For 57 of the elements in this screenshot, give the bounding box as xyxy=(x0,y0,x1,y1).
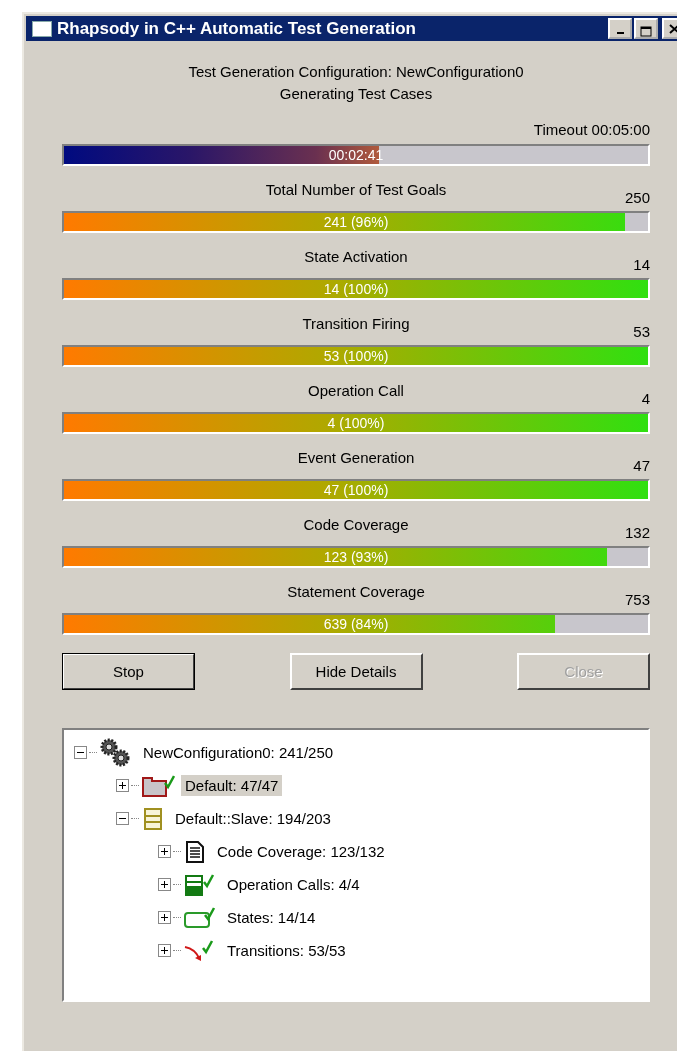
goal-label: Event Generation xyxy=(297,448,415,468)
window-title: Rhapsody in C++ Automatic Test Generation xyxy=(57,18,417,39)
progress-reading: 53 (100%) xyxy=(322,347,390,365)
expand-toggle[interactable] xyxy=(158,845,171,858)
goal-label: State Activation xyxy=(304,247,408,267)
tree-item[interactable]: NewConfiguration0: 241/250 xyxy=(139,742,338,763)
tree-item[interactable]: Default: 47/47 xyxy=(181,775,283,796)
maximize-icon xyxy=(640,26,652,37)
goal-total: 4 xyxy=(640,389,650,409)
goal-total: 47 xyxy=(632,456,650,476)
goal-label: Transition Firing xyxy=(302,314,410,334)
expand-toggle[interactable] xyxy=(158,878,171,891)
operation-check-icon xyxy=(183,872,217,897)
minimize-icon xyxy=(616,32,624,34)
class-icon xyxy=(141,806,165,831)
plus-icon xyxy=(159,945,170,956)
tree-item[interactable]: Transitions: 53/53 xyxy=(223,940,350,961)
progress-reading: 123 (93%) xyxy=(322,548,390,566)
folder-check-icon xyxy=(141,773,175,798)
progress-reading: 47 (100%) xyxy=(322,481,390,499)
goal-total: 132 xyxy=(623,523,650,543)
maximize-button[interactable] xyxy=(634,18,658,39)
tree-item[interactable]: Operation Calls: 4/4 xyxy=(223,874,364,895)
timeout-label: Timeout 00:05:00 xyxy=(532,120,650,140)
progress-reading: 4 (100%) xyxy=(326,414,386,432)
collapse-toggle[interactable] xyxy=(74,746,87,759)
dialog-button[interactable]: Stop xyxy=(62,653,195,690)
goal-total: 14 xyxy=(632,255,650,275)
goal-total: 753 xyxy=(623,590,650,610)
window-icon xyxy=(32,20,52,37)
state-check-icon xyxy=(183,905,217,930)
goal-label: Operation Call xyxy=(308,381,404,401)
configuration-text: Test Generation Configuration: NewConfiguration0 xyxy=(187,62,525,82)
progress-reading: 14 (100%) xyxy=(322,280,390,298)
collapse-toggle[interactable] xyxy=(116,812,129,825)
plus-icon xyxy=(159,846,170,857)
dialog-button[interactable]: Hide Details xyxy=(289,653,423,690)
goal-label: Code Coverage xyxy=(303,515,409,535)
document-icon xyxy=(183,839,207,864)
tree-item[interactable]: Code Coverage: 123/132 xyxy=(213,841,389,862)
plus-icon xyxy=(117,780,128,791)
goal-label: Total Number of Test Goals xyxy=(265,180,447,200)
expand-toggle[interactable] xyxy=(158,944,171,957)
progress-reading: 639 (84%) xyxy=(322,615,390,633)
goal-total: 53 xyxy=(632,322,650,342)
close-icon xyxy=(668,23,677,34)
tree-item[interactable]: Default::Slave: 194/203 xyxy=(171,808,335,829)
goal-total: 250 xyxy=(623,188,650,208)
status-text: Generating Test Cases xyxy=(278,84,434,104)
progress-reading: 241 (96%) xyxy=(322,213,390,231)
expand-toggle[interactable] xyxy=(116,779,129,792)
tree-item[interactable]: States: 14/14 xyxy=(223,907,320,928)
goal-label: Statement Coverage xyxy=(287,582,425,602)
plus-icon xyxy=(159,912,170,923)
plus-icon xyxy=(159,879,170,890)
expand-toggle[interactable] xyxy=(158,911,171,924)
minimize-button[interactable] xyxy=(608,18,632,39)
